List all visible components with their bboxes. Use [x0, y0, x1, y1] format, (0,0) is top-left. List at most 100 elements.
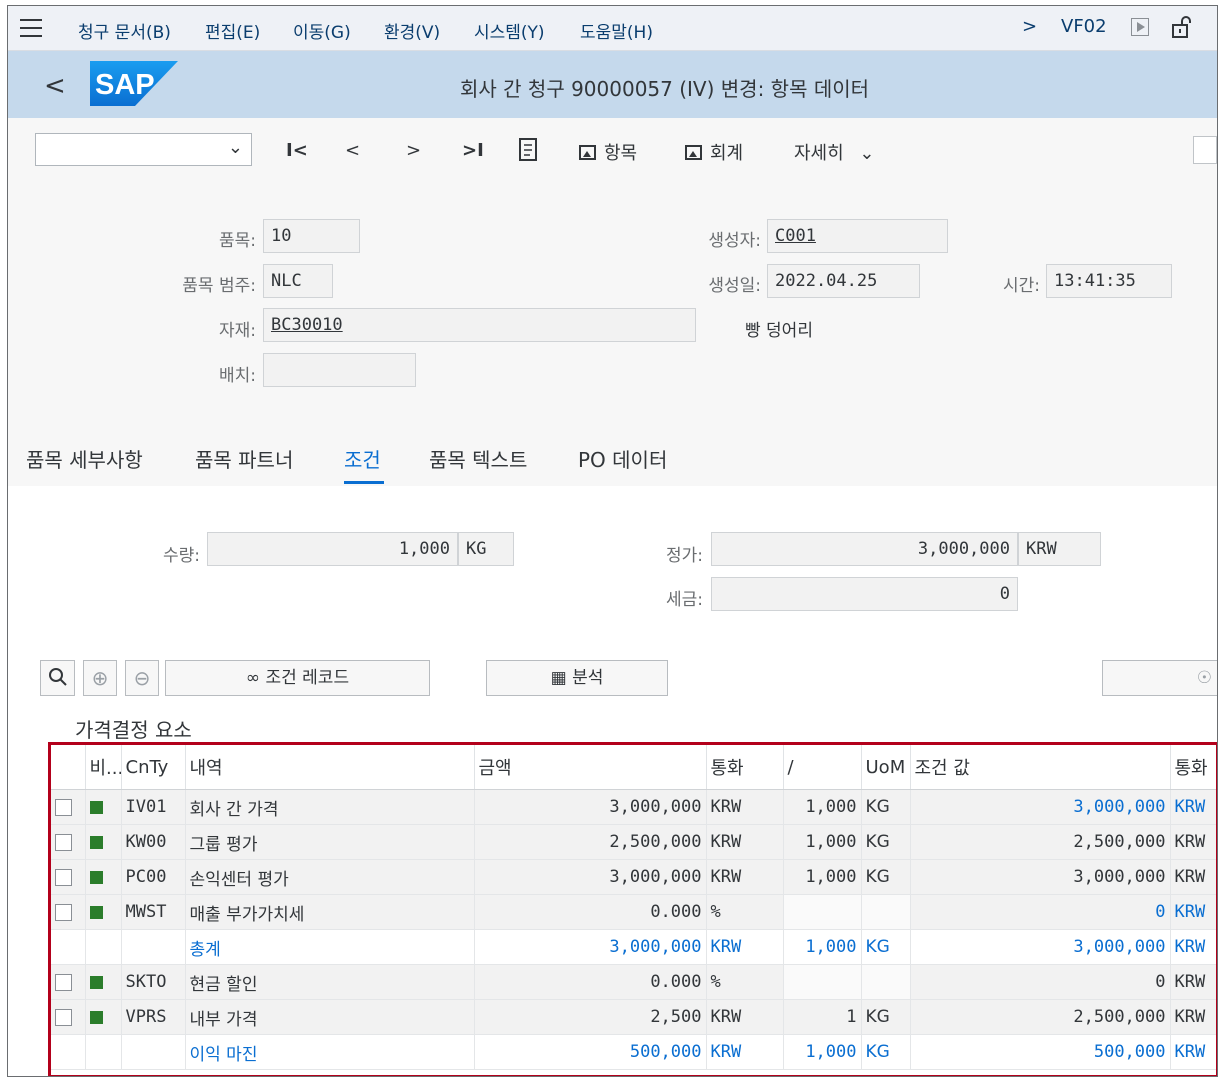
condition-type-cell[interactable]: VPRS [121, 999, 186, 1035]
value-currency-cell[interactable]: KRW [1170, 964, 1216, 1000]
zoom-button[interactable] [40, 660, 75, 696]
items-button[interactable]: 항목 [579, 139, 637, 165]
per-cell[interactable]: 1,000 [783, 859, 862, 895]
table-row[interactable]: PC00 손익센터 평가 3,000,000 KRW 1,000 KG 3,00… [51, 859, 1216, 895]
uom-cell[interactable]: KG [861, 789, 911, 825]
tab-item-details[interactable]: 품목 세부사항 [26, 444, 143, 473]
document-icon[interactable] [518, 138, 540, 164]
item-field[interactable]: 10 [263, 219, 360, 253]
checkbox[interactable] [55, 833, 72, 851]
menu-billing-document[interactable]: 청구 문서(B) [78, 18, 171, 43]
row-select-cell[interactable] [51, 859, 86, 895]
condition-value-cell[interactable]: 2,500,000 [910, 999, 1171, 1035]
row-select-cell[interactable] [51, 999, 86, 1035]
value-currency-cell[interactable]: KRW [1170, 824, 1216, 860]
per-column-header[interactable]: / [783, 745, 862, 790]
currency-cell[interactable]: KRW [706, 999, 784, 1035]
back-button[interactable]: < [44, 71, 66, 101]
condition-type-cell[interactable]: MWST [121, 894, 186, 930]
created-by-field[interactable]: C001 [767, 219, 948, 253]
analysis-button[interactable]: ▦ 분석 [486, 660, 668, 696]
table-row[interactable]: MWST 매출 부가가치세 0.000 % 0 KRW [51, 894, 1216, 930]
quantity-unit-field[interactable]: KG [458, 532, 514, 566]
uom-cell[interactable]: KG [861, 859, 911, 895]
created-on-field[interactable]: 2022.04.25 [767, 264, 920, 298]
table-row[interactable]: KW00 그룹 평가 2,500,000 KRW 1,000 KG 2,500,… [51, 824, 1216, 860]
amount-column-header[interactable]: 금액 [474, 745, 707, 790]
checkbox[interactable] [55, 1008, 72, 1026]
menu-help[interactable]: 도움말(H) [580, 18, 653, 43]
value-currency-cell[interactable]: KRW [1170, 859, 1216, 895]
batch-field[interactable] [263, 353, 416, 387]
currency-cell[interactable]: KRW [706, 824, 784, 860]
per-cell[interactable] [783, 894, 862, 930]
uom-cell[interactable]: KG [861, 824, 911, 860]
accounting-button[interactable]: 회계 [685, 139, 743, 165]
amount-cell[interactable]: 2,500 [474, 999, 707, 1035]
last-item-button[interactable]: >I [462, 140, 484, 161]
uom-cell[interactable] [861, 894, 911, 930]
more-menu-chevron-icon[interactable]: > [1022, 16, 1037, 37]
more-button[interactable]: 자세히 ⌄ [794, 139, 875, 165]
description-cell[interactable]: 그룹 평가 [185, 824, 475, 860]
select-column-header[interactable] [51, 745, 86, 790]
description-cell[interactable]: 손익센터 평가 [185, 859, 475, 895]
condition-type-cell[interactable]: IV01 [121, 789, 186, 825]
value-currency-cell[interactable]: KRW [1170, 999, 1216, 1035]
tab-po-data[interactable]: PO 데이터 [578, 444, 667, 473]
condition-record-button[interactable]: ∞ 조건 레코드 [165, 660, 430, 696]
unlock-icon[interactable] [1171, 15, 1193, 39]
description-cell[interactable]: 회사 간 가격 [185, 789, 475, 825]
table-row[interactable]: VPRS 내부 가격 2,500 KRW 1 KG 2,500,000 KRW [51, 999, 1216, 1035]
menu-system[interactable]: 시스템(Y) [474, 18, 545, 43]
per-cell[interactable]: 1,000 [783, 824, 862, 860]
checkbox[interactable] [55, 868, 72, 886]
condition-type-cell[interactable]: KW00 [121, 824, 186, 860]
previous-item-button[interactable]: < [345, 140, 360, 161]
per-cell[interactable]: 1,000 [783, 789, 862, 825]
time-field[interactable]: 13:41:35 [1046, 264, 1172, 298]
currency-button[interactable]: ☉ [1102, 660, 1217, 696]
condition-type-cell[interactable]: SKTO [121, 964, 186, 1000]
table-row[interactable]: IV01 회사 간 가격 3,000,000 KRW 1,000 KG 3,00… [51, 789, 1216, 825]
currency-cell[interactable]: % [706, 894, 784, 930]
condition-type-cell[interactable]: PC00 [121, 859, 186, 895]
row-select-cell[interactable] [51, 964, 86, 1000]
tax-field[interactable]: 0 [711, 577, 1018, 611]
condition-type-column-header[interactable]: CnTy [121, 745, 186, 790]
tab-item-partners[interactable]: 품목 파트너 [195, 444, 293, 473]
amount-cell[interactable]: 3,000,000 [474, 859, 707, 895]
display-icon[interactable] [1193, 136, 1217, 164]
currency-column-header[interactable]: 통화 [706, 745, 784, 790]
currency-cell[interactable]: % [706, 964, 784, 1000]
amount-cell[interactable]: 0.000 [474, 964, 707, 1000]
menu-goto[interactable]: 이동(G) [293, 18, 351, 43]
row-select-cell[interactable] [51, 824, 86, 860]
first-item-button[interactable]: I< [286, 140, 308, 161]
value-currency-cell[interactable]: KRW [1170, 1034, 1216, 1070]
checkbox[interactable] [55, 973, 72, 991]
menu-edit[interactable]: 편집(E) [205, 18, 260, 43]
per-cell[interactable]: 1 [783, 999, 862, 1035]
amount-cell[interactable]: 2,500,000 [474, 824, 707, 860]
delete-row-button[interactable]: ⊖ [125, 660, 159, 696]
currency-cell[interactable]: KRW [706, 789, 784, 825]
condition-value-column-header[interactable]: 조건 값 [910, 745, 1171, 790]
row-select-cell[interactable] [51, 894, 86, 930]
description-cell[interactable]: 내부 가격 [185, 999, 475, 1035]
amount-cell[interactable]: 3,000,000 [474, 789, 707, 825]
amount-cell[interactable]: 0.000 [474, 894, 707, 930]
description-cell[interactable]: 매출 부가가치세 [185, 894, 475, 930]
tab-item-texts[interactable]: 품목 텍스트 [429, 444, 527, 473]
uom-column-header[interactable]: UoM [861, 745, 911, 790]
description-column-header[interactable]: 내역 [185, 745, 475, 790]
uom-cell[interactable]: KG [861, 999, 911, 1035]
table-row[interactable]: SKTO 현금 할인 0.000 % 0 KRW [51, 964, 1216, 1000]
checkbox[interactable] [55, 798, 72, 816]
material-field[interactable]: BC30010 [263, 308, 696, 342]
status-column-header[interactable]: 비... [85, 745, 122, 790]
play-icon[interactable] [1131, 18, 1149, 36]
hamburger-menu-icon[interactable] [20, 19, 42, 37]
condition-value-cell[interactable]: 2,500,000 [910, 824, 1171, 860]
menu-environment[interactable]: 환경(V) [384, 18, 440, 43]
